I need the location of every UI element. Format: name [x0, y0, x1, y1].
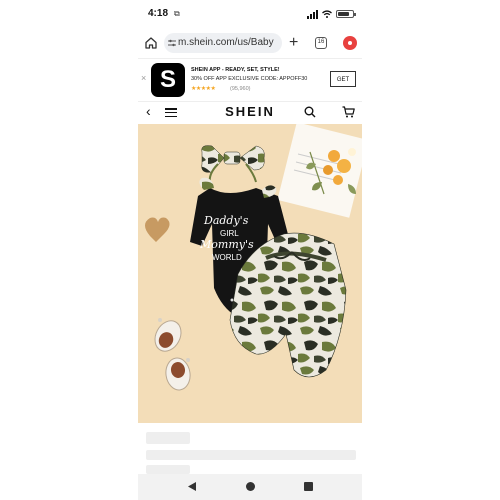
home-icon[interactable] — [144, 36, 158, 50]
cart-icon[interactable] — [342, 106, 355, 118]
print-line-3: Mommy's — [199, 238, 254, 251]
skeleton-price — [146, 465, 190, 474]
back-icon[interactable]: ‹ — [146, 103, 151, 119]
product-photo: Daddy's GIRL Mommy's WORLD — [145, 124, 362, 391]
skeleton-line — [146, 450, 356, 460]
review-count: (95,960) — [230, 86, 251, 92]
close-banner-icon[interactable]: × — [141, 73, 146, 83]
phone-screen: 4:18 ⧉ m.shein.com/us/Baby + 16 × S SHEI… — [138, 0, 362, 500]
print-line-2: GIRL — [220, 229, 239, 238]
flower-card-decor — [277, 124, 362, 218]
shein-app-logo: S — [151, 63, 185, 97]
product-image[interactable]: Daddy's GIRL Mommy's WORLD — [138, 124, 362, 423]
get-app-button[interactable]: GET — [330, 71, 356, 87]
recents-nav-icon[interactable] — [304, 482, 313, 491]
extension-icon[interactable] — [343, 36, 357, 50]
wooden-heart-decor — [145, 217, 170, 242]
app-install-banner: × S SHEIN APP - READY, SET, STYLE! 30% O… — [138, 58, 362, 102]
media-icon: ⧉ — [174, 9, 180, 18]
rating-stars: ★★★★★ — [191, 86, 216, 92]
menu-icon[interactable] — [165, 108, 177, 118]
browser-toolbar: m.shein.com/us/Baby + 16 — [138, 30, 362, 56]
banner-title: SHEIN APP - READY, SET, STYLE! — [191, 67, 280, 73]
headband — [201, 145, 265, 185]
site-header: SHEIN ‹ — [138, 100, 362, 125]
tab-count: 16 — [317, 39, 325, 45]
home-nav-icon[interactable] — [246, 482, 255, 491]
url-text: m.shein.com/us/Baby — [178, 37, 274, 48]
print-line-4: WORLD — [212, 253, 242, 262]
wifi-icon — [322, 10, 332, 18]
battery-icon — [336, 10, 356, 18]
status-bar: 4:18 ⧉ — [138, 0, 362, 28]
site-settings-icon[interactable] — [168, 39, 176, 47]
tab-switcher-button[interactable]: 16 — [315, 37, 327, 49]
search-icon[interactable] — [304, 106, 316, 118]
signal-icon — [307, 9, 318, 19]
print-line-1: Daddy's — [203, 214, 249, 227]
baby-shoes — [154, 318, 191, 391]
status-icons — [307, 8, 356, 20]
back-nav-icon[interactable] — [188, 482, 196, 491]
new-tab-icon[interactable]: + — [289, 33, 298, 53]
system-nav-bar — [138, 474, 362, 500]
skeleton-title — [146, 432, 190, 444]
status-time: 4:18 — [148, 8, 169, 19]
banner-promo: 30% OFF APP EXCLUSIVE CODE: APPOFF30 — [191, 76, 308, 82]
address-bar[interactable]: m.shein.com/us/Baby — [164, 33, 282, 53]
